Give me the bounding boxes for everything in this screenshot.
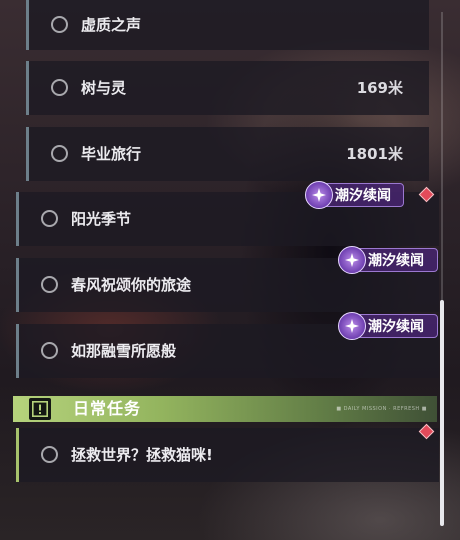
quest-label: 树与灵 <box>81 79 127 97</box>
quest-distance: 169米 <box>356 79 403 97</box>
quest-label: 毕业旅行 <box>81 145 142 163</box>
quest-label: 拯救世界？拯救猫咪! <box>71 446 213 464</box>
exclamation-box-icon <box>29 398 51 420</box>
quest-label: 如那融雪所愿般 <box>71 342 177 360</box>
section-title: 日常任务 <box>73 399 142 418</box>
tide-badge-label: 潮汐续闻 <box>335 188 391 204</box>
quest-distance: 1801米 <box>346 145 403 163</box>
tide-sparkle-icon <box>305 181 333 209</box>
quest-status-circle-icon <box>51 79 68 96</box>
tide-badge[interactable]: 潮汐续闻 <box>338 312 438 340</box>
quest-item-1[interactable]: 虚质之声 <box>26 0 429 50</box>
tide-badge[interactable]: 潮汐续闻 <box>305 181 404 209</box>
quest-status-circle-icon <box>41 342 58 359</box>
quest-status-circle-icon <box>41 446 58 463</box>
quest-list: 虚质之声 树与灵 169米 毕业旅行 1801米 阳光季节 春风祝颂你的旅途 如… <box>0 0 460 540</box>
tide-sparkle-icon <box>338 312 366 340</box>
section-decoration-text: ■ DAILY MISSION · REFRESH ■ <box>336 406 427 412</box>
quest-status-circle-icon <box>41 210 58 227</box>
quest-label: 阳光季节 <box>71 210 132 228</box>
quest-item-2[interactable]: 树与灵 169米 <box>26 61 429 115</box>
tide-sparkle-icon <box>338 246 366 274</box>
tide-badge-label: 潮汐续闻 <box>368 253 424 269</box>
quest-label: 虚质之声 <box>81 16 142 34</box>
quest-status-circle-icon <box>51 16 68 33</box>
daily-quest-item-1[interactable]: 拯救世界？拯救猫咪! <box>16 428 439 482</box>
scrollbar-thumb[interactable] <box>440 300 444 526</box>
tide-badge[interactable]: 潮汐续闻 <box>338 246 438 274</box>
quest-status-circle-icon <box>41 276 58 293</box>
quest-item-3[interactable]: 毕业旅行 1801米 <box>26 127 429 181</box>
tide-badge-label: 潮汐续闻 <box>368 319 424 335</box>
daily-quests-header[interactable]: 日常任务 ■ DAILY MISSION · REFRESH ■ <box>13 396 437 422</box>
quest-label: 春风祝颂你的旅途 <box>71 276 192 294</box>
quest-status-circle-icon <box>51 145 68 162</box>
